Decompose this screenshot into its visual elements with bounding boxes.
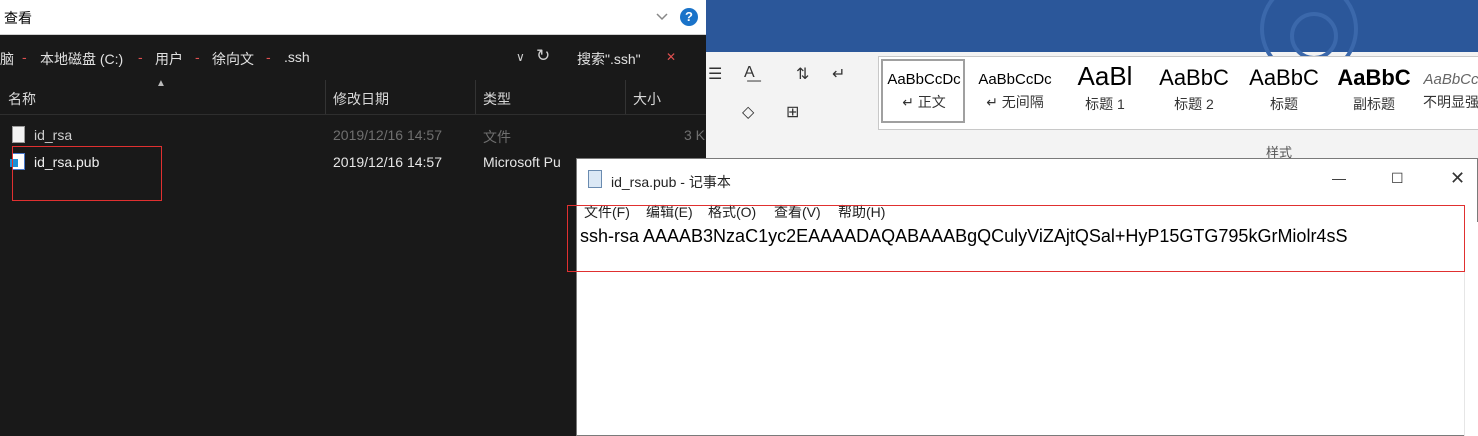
style-no-spacing[interactable]: AaBbCcDc ↵ 无间隔 — [973, 61, 1057, 125]
style-label: ↵ 无间隔 — [986, 94, 1044, 110]
word-titlebar — [706, 0, 1478, 52]
help-icon[interactable]: ? — [680, 8, 698, 26]
file-icon — [12, 126, 25, 143]
style-preview: AaBbC — [1249, 65, 1319, 90]
paragraph-mark-icon[interactable]: ↵ — [832, 64, 845, 84]
column-header-row: 名称 修改日期 类型 大小 — [0, 80, 706, 115]
styles-gallery: AaBbCcDc ↵ 正文 AaBbCcDc ↵ 无间隔 AaBl 标题 1 A… — [878, 56, 1478, 130]
sort-ascending-icon: ▲ — [156, 78, 166, 89]
vertical-scrollbar[interactable] — [1464, 222, 1478, 436]
borders-icon[interactable]: ⊞ — [786, 102, 799, 122]
search-icon[interactable]: ✕ — [666, 50, 676, 64]
style-heading-1[interactable]: AaBl 标题 1 — [1065, 61, 1145, 125]
style-subtitle[interactable]: AaBbC 副标题 — [1333, 61, 1415, 125]
style-preview: AaBbC — [1159, 65, 1229, 90]
style-heading-2[interactable]: AaBbC 标题 2 — [1153, 61, 1235, 125]
search-input[interactable]: 搜索".ssh" — [577, 49, 641, 69]
window-title: id_rsa.pub - 记事本 — [611, 174, 731, 190]
style-label: 标题 2 — [1174, 96, 1214, 112]
breadcrumb-separator[interactable]: - — [138, 49, 143, 65]
refresh-icon[interactable]: ↻ — [536, 46, 550, 66]
maximize-icon[interactable]: ☐ — [1391, 170, 1404, 187]
chevron-down-icon[interactable] — [654, 8, 670, 24]
text-direction-icon[interactable]: A͟ — [744, 64, 755, 82]
breadcrumb-local-disk[interactable]: 本地磁盘 (C:) — [40, 49, 123, 69]
titlebar-decoration — [1290, 12, 1338, 60]
style-title[interactable]: AaBbC 标题 — [1243, 61, 1325, 125]
style-preview: AaBl — [1077, 61, 1133, 91]
breadcrumb-separator[interactable]: - — [266, 49, 271, 65]
notepad-icon — [588, 170, 602, 188]
breadcrumb-ssh[interactable]: .ssh — [284, 49, 310, 65]
close-icon[interactable]: ✕ — [1450, 168, 1465, 189]
file-name: id_rsa — [34, 127, 73, 143]
breadcrumb-separator[interactable]: - — [195, 49, 200, 65]
style-preview: AaBbC — [1337, 65, 1411, 90]
annotation-box — [12, 146, 162, 201]
style-subtle-emphasis[interactable]: AaBbCc 不明显强 — [1423, 61, 1478, 125]
breadcrumb-separator[interactable]: - — [22, 49, 27, 65]
file-type: Microsoft Pu — [483, 154, 561, 170]
style-label: 标题 1 — [1085, 96, 1125, 112]
style-normal[interactable]: AaBbCcDc ↵ 正文 — [883, 61, 965, 125]
style-preview: AaBbCc — [1423, 71, 1478, 88]
indent-icon[interactable]: ☰ — [708, 64, 722, 84]
style-preview: AaBbCcDc — [978, 71, 1052, 88]
column-date-modified[interactable]: 修改日期 — [333, 89, 389, 109]
file-size: 3 K — [684, 127, 706, 143]
file-date: 2019/12/16 14:57 — [333, 127, 442, 143]
column-name[interactable]: 名称 — [8, 89, 36, 109]
file-type: 文件 — [483, 129, 511, 145]
file-date: 2019/12/16 14:57 — [333, 154, 442, 170]
column-divider[interactable] — [625, 80, 626, 114]
explorer-ribbon-bar: 查看 ? — [0, 0, 706, 35]
column-size[interactable]: 大小 — [633, 89, 661, 109]
style-label: ↵ 正文 — [902, 94, 946, 110]
style-preview: AaBbCcDc — [887, 71, 961, 88]
annotation-box — [567, 205, 1465, 272]
shading-icon[interactable]: ◇ — [742, 102, 754, 122]
notepad-window — [576, 158, 1478, 436]
minimize-icon[interactable]: — — [1332, 170, 1346, 186]
file-row[interactable]: id_rsa 2019/12/16 14:57 文件 3 K — [0, 122, 706, 148]
column-divider[interactable] — [475, 80, 476, 114]
style-label: 副标题 — [1353, 96, 1395, 112]
style-label: 不明显强 — [1423, 94, 1478, 110]
style-label: 标题 — [1270, 96, 1298, 112]
breadcrumb-user-folder[interactable]: 徐向文 — [212, 49, 254, 69]
breadcrumb-this-pc[interactable]: 脑 — [0, 49, 14, 69]
address-dropdown-icon[interactable]: ∨ — [516, 50, 525, 64]
ribbon-tab-view[interactable]: 查看 — [4, 8, 32, 28]
column-divider[interactable] — [325, 80, 326, 114]
column-type[interactable]: 类型 — [483, 89, 511, 109]
sort-icon[interactable]: ⇅ — [796, 64, 809, 84]
breadcrumb-users[interactable]: 用户 — [155, 49, 183, 69]
